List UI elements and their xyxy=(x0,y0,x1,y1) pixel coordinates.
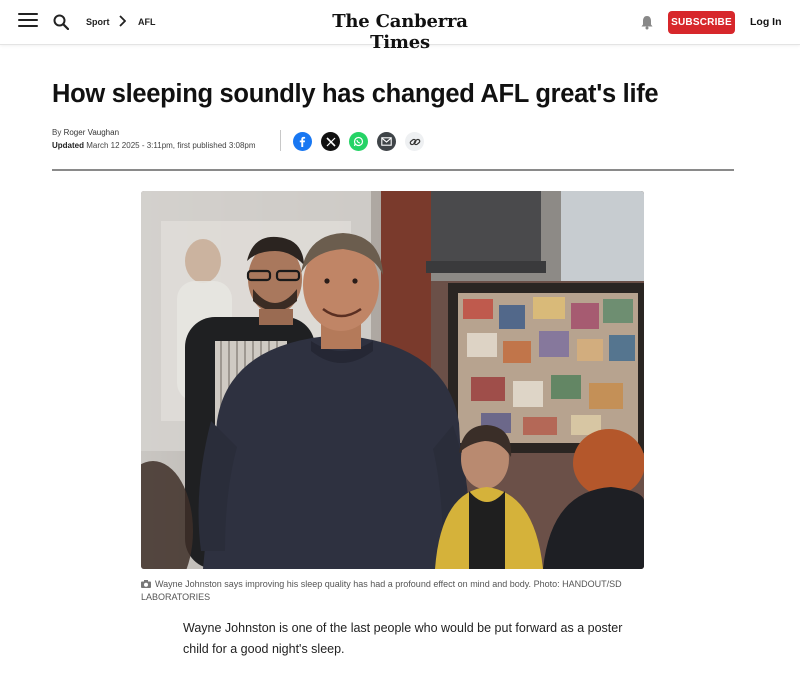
search-icon[interactable] xyxy=(53,14,69,30)
camera-icon xyxy=(141,580,151,588)
updated-label: Updated xyxy=(52,141,84,150)
login-button[interactable]: Log In xyxy=(750,16,782,28)
photo-scene xyxy=(141,191,644,569)
facebook-icon[interactable] xyxy=(293,132,312,151)
updated-timestamp: Updated March 12 2025 - 3:11pm, first pu… xyxy=(52,141,256,150)
caption-text: Wayne Johnston says improving his sleep … xyxy=(141,579,622,602)
link-icon[interactable] xyxy=(405,132,424,151)
breadcrumb-afl[interactable]: AFL xyxy=(138,17,156,27)
byline: By Roger Vaughan xyxy=(52,128,119,137)
menu-icon[interactable] xyxy=(18,13,38,31)
site-header: Sport AFL The Canberra Times SUBSCRIBE L… xyxy=(0,0,800,53)
byline-divider xyxy=(280,130,281,151)
whatsapp-icon[interactable] xyxy=(349,132,368,151)
subscribe-button[interactable]: SUBSCRIBE xyxy=(668,11,735,34)
image-caption: Wayne Johnston says improving his sleep … xyxy=(141,578,651,604)
breadcrumb-sport[interactable]: Sport xyxy=(86,17,110,27)
byline-prefix: By xyxy=(52,128,62,137)
email-icon[interactable] xyxy=(377,132,396,151)
headline-rule xyxy=(52,169,734,171)
bell-icon[interactable] xyxy=(640,15,654,30)
article-body-lead: Wayne Johnston is one of the last people… xyxy=(183,621,623,656)
site-logo[interactable]: The Canberra Times xyxy=(300,11,500,53)
author-name[interactable]: Roger Vaughan xyxy=(64,128,119,137)
article-headline: How sleeping soundly has changed AFL gre… xyxy=(52,80,659,108)
x-icon[interactable] xyxy=(321,132,340,151)
article-hero-image[interactable] xyxy=(141,191,644,569)
updated-text: March 12 2025 - 3:11pm, first published … xyxy=(86,141,256,150)
chevron-right-icon xyxy=(119,15,126,27)
